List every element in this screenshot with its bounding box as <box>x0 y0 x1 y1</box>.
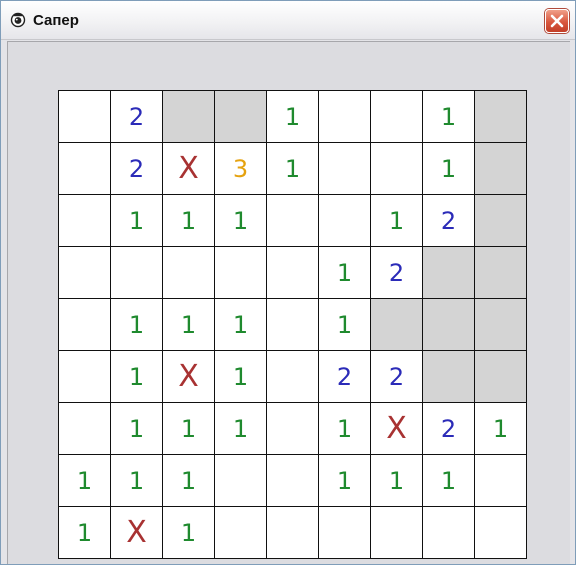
number-cell[interactable]: 2 <box>371 351 422 402</box>
number-cell[interactable]: 1 <box>371 195 422 246</box>
number-cell[interactable]: 2 <box>111 143 162 194</box>
closed-cell[interactable] <box>475 143 526 194</box>
closed-cell[interactable] <box>423 351 474 402</box>
mine-mark-cell[interactable]: X <box>163 143 214 194</box>
empty-cell[interactable] <box>163 247 214 298</box>
closed-cell[interactable] <box>475 351 526 402</box>
number-cell[interactable]: 1 <box>319 455 370 506</box>
number-cell[interactable]: 1 <box>215 403 266 454</box>
number-cell[interactable]: 1 <box>163 507 214 558</box>
number-cell[interactable]: 1 <box>319 403 370 454</box>
number-cell[interactable]: 3 <box>215 143 266 194</box>
mine-mark-cell[interactable]: X <box>163 351 214 402</box>
number-cell[interactable]: 1 <box>423 455 474 506</box>
empty-cell[interactable] <box>215 455 266 506</box>
empty-cell[interactable] <box>59 351 110 402</box>
empty-cell[interactable] <box>423 507 474 558</box>
empty-cell[interactable] <box>267 299 318 350</box>
number-cell[interactable]: 1 <box>423 91 474 142</box>
empty-cell[interactable] <box>319 507 370 558</box>
close-button[interactable] <box>545 9 569 33</box>
closed-cell[interactable] <box>163 91 214 142</box>
number-cell[interactable]: 1 <box>163 403 214 454</box>
empty-cell[interactable] <box>475 455 526 506</box>
closed-cell[interactable] <box>475 247 526 298</box>
number-cell[interactable]: 1 <box>59 507 110 558</box>
empty-cell[interactable] <box>267 507 318 558</box>
empty-cell[interactable] <box>371 143 422 194</box>
empty-cell[interactable] <box>319 91 370 142</box>
number-cell[interactable]: 1 <box>215 299 266 350</box>
title-bar[interactable]: Сапер <box>1 1 575 40</box>
empty-cell[interactable] <box>319 143 370 194</box>
number-cell[interactable]: 1 <box>163 299 214 350</box>
empty-cell[interactable] <box>371 91 422 142</box>
minefield-grid: 2112X311111121211111X1221111X211111111X1 <box>58 90 527 559</box>
empty-cell[interactable] <box>59 403 110 454</box>
number-cell[interactable]: 1 <box>267 143 318 194</box>
number-cell[interactable]: 2 <box>423 403 474 454</box>
empty-cell[interactable] <box>267 195 318 246</box>
number-cell[interactable]: 1 <box>215 195 266 246</box>
closed-cell[interactable] <box>215 91 266 142</box>
closed-cell[interactable] <box>475 195 526 246</box>
number-cell[interactable]: 1 <box>371 455 422 506</box>
closed-cell[interactable] <box>371 299 422 350</box>
close-icon <box>550 14 564 28</box>
number-cell[interactable]: 1 <box>111 403 162 454</box>
number-cell[interactable]: 2 <box>371 247 422 298</box>
empty-cell[interactable] <box>267 403 318 454</box>
empty-cell[interactable] <box>267 247 318 298</box>
number-cell[interactable]: 1 <box>59 455 110 506</box>
number-cell[interactable]: 1 <box>111 455 162 506</box>
number-cell[interactable]: 1 <box>163 195 214 246</box>
mine-mark-cell[interactable]: X <box>111 507 162 558</box>
number-cell[interactable]: 2 <box>423 195 474 246</box>
minesweeper-app-icon <box>10 12 26 28</box>
number-cell[interactable]: 1 <box>423 143 474 194</box>
closed-cell[interactable] <box>475 299 526 350</box>
empty-cell[interactable] <box>475 507 526 558</box>
empty-cell[interactable] <box>59 247 110 298</box>
empty-cell[interactable] <box>59 91 110 142</box>
number-cell[interactable]: 1 <box>319 299 370 350</box>
empty-cell[interactable] <box>59 299 110 350</box>
empty-cell[interactable] <box>215 247 266 298</box>
number-cell[interactable]: 1 <box>267 91 318 142</box>
mine-mark-cell[interactable]: X <box>371 403 422 454</box>
closed-cell[interactable] <box>423 299 474 350</box>
empty-cell[interactable] <box>59 195 110 246</box>
number-cell[interactable]: 1 <box>111 195 162 246</box>
closed-cell[interactable] <box>475 91 526 142</box>
number-cell[interactable]: 2 <box>111 91 162 142</box>
empty-cell[interactable] <box>59 143 110 194</box>
minesweeper-window: Сапер 2112X311111121211111X1221111X21111… <box>0 0 576 565</box>
number-cell[interactable]: 1 <box>215 351 266 402</box>
window-title: Сапер <box>33 12 79 29</box>
empty-cell[interactable] <box>267 351 318 402</box>
number-cell[interactable]: 1 <box>475 403 526 454</box>
empty-cell[interactable] <box>215 507 266 558</box>
empty-cell[interactable] <box>371 507 422 558</box>
closed-cell[interactable] <box>423 247 474 298</box>
number-cell[interactable]: 1 <box>163 455 214 506</box>
empty-cell[interactable] <box>111 247 162 298</box>
number-cell[interactable]: 2 <box>319 351 370 402</box>
number-cell[interactable]: 1 <box>111 299 162 350</box>
number-cell[interactable]: 1 <box>319 247 370 298</box>
empty-cell[interactable] <box>319 195 370 246</box>
number-cell[interactable]: 1 <box>111 351 162 402</box>
empty-cell[interactable] <box>267 455 318 506</box>
